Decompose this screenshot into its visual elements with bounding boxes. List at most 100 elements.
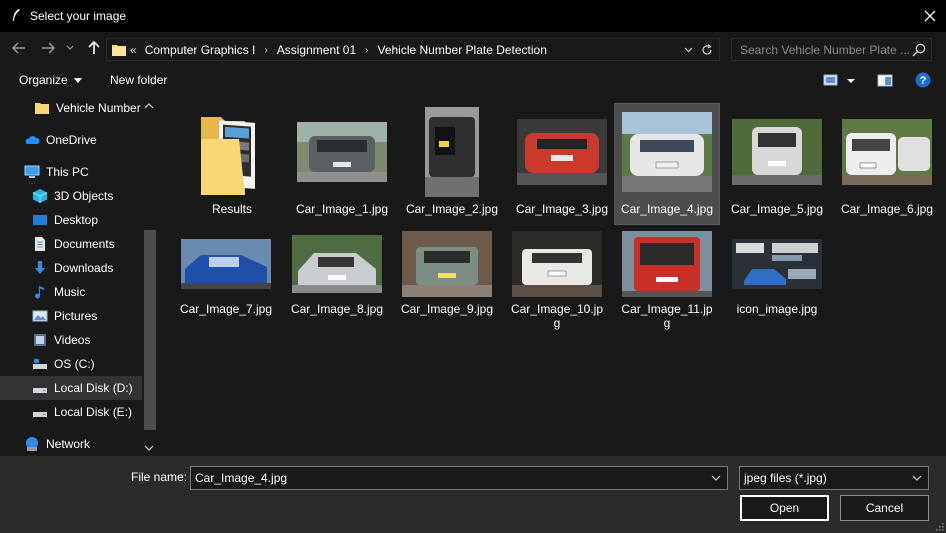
file-name-combobox[interactable]: [190, 466, 728, 490]
sidebar-item-this-pc[interactable]: This PC: [0, 160, 142, 184]
file-item-image[interactable]: icon_image.jpg: [727, 224, 827, 344]
car-image-thumbnail-icon: [622, 111, 712, 192]
sidebar-item-label: Vehicle Number: [56, 101, 141, 115]
pictures-icon: [32, 310, 48, 322]
refresh-button[interactable]: [699, 42, 715, 58]
folder-icon: [201, 116, 255, 195]
help-icon[interactable]: ?: [915, 72, 931, 88]
breadcrumb-item[interactable]: Vehicle Number Plate Detection: [377, 43, 546, 57]
bus-image-thumbnail-icon: [622, 231, 712, 297]
sidebar-scrollbar[interactable]: [142, 96, 158, 456]
window-title: Select your image: [30, 9, 127, 23]
preview-pane-icon[interactable]: [877, 72, 893, 88]
close-icon: [924, 10, 936, 22]
sidebar-item-onedrive[interactable]: OneDrive: [0, 128, 142, 152]
recent-locations-button[interactable]: [63, 38, 77, 58]
sidebar-item-network[interactable]: Network: [0, 432, 142, 456]
scroll-up-icon[interactable]: [144, 102, 154, 110]
close-button[interactable]: [914, 0, 946, 32]
scrollbar-thumb[interactable]: [144, 230, 156, 430]
sidebar-item-3d-objects[interactable]: 3D Objects: [0, 184, 142, 208]
chevron-right-icon[interactable]: ›: [365, 45, 368, 56]
file-item-image[interactable]: Car_Image_8.jpg: [287, 224, 387, 344]
feather-icon: [13, 9, 20, 21]
file-item-image[interactable]: Car_Image_11.jp g: [617, 224, 717, 344]
scroll-down-icon[interactable]: [144, 444, 154, 452]
title-bar: Select your image: [0, 0, 946, 32]
chevron-down-icon[interactable]: [709, 471, 723, 485]
sidebar-item-desktop[interactable]: Desktop: [0, 208, 142, 232]
sidebar-item-label: Videos: [54, 333, 91, 347]
arrow-right-icon: [42, 42, 55, 54]
search-input[interactable]: [732, 39, 910, 60]
car-image-thumbnail-icon: [425, 106, 479, 197]
file-name-input[interactable]: [191, 467, 701, 489]
file-name: Car_Image_3.jpg: [515, 202, 609, 216]
file-item-image[interactable]: Car_Image_5.jpg: [727, 104, 827, 224]
chevron-right-icon[interactable]: ›: [264, 45, 267, 56]
file-name: Car_Image_5.jpg: [730, 202, 824, 216]
file-name: Car_Image_11.jp g: [617, 302, 717, 330]
navigation-pane: Vehicle Number OneDrive This PC 3D Objec…: [0, 96, 158, 456]
file-item-folder[interactable]: Results: [182, 104, 282, 224]
up-button[interactable]: [84, 38, 104, 58]
breadcrumb-item[interactable]: Assignment 01: [277, 43, 356, 57]
file-name: Car_Image_2.jpg: [405, 202, 499, 216]
file-item-image[interactable]: Car_Image_3.jpg: [512, 104, 612, 224]
address-dropdown-button[interactable]: [681, 42, 695, 58]
breadcrumb-item[interactable]: Computer Graphics I: [145, 43, 256, 57]
file-item-image[interactable]: Car_Image_6.jpg: [837, 104, 937, 224]
open-button[interactable]: Open: [740, 495, 829, 521]
address-bar[interactable]: « Computer Graphics I › Assignment 01 › …: [106, 38, 720, 61]
car-image-thumbnail-icon: [512, 231, 602, 297]
file-item-image[interactable]: Car_Image_2.jpg: [402, 104, 502, 224]
cancel-button[interactable]: Cancel: [840, 495, 929, 521]
sidebar-item-documents[interactable]: Documents: [0, 232, 142, 256]
sidebar-item-label: Local Disk (D:): [54, 381, 133, 395]
new-folder-button[interactable]: New folder: [110, 73, 167, 87]
thumbnail: [727, 104, 827, 199]
back-button[interactable]: [9, 38, 29, 58]
sidebar-item-local-disk-e[interactable]: Local Disk (E:): [0, 400, 142, 424]
drive-icon: [33, 359, 47, 369]
file-name-line: g: [663, 316, 671, 330]
organize-button[interactable]: Organize: [19, 73, 82, 87]
view-options-icon[interactable]: [823, 72, 839, 88]
sidebar-item-videos[interactable]: Videos: [0, 328, 142, 352]
thumbnail: [837, 104, 937, 199]
file-item-image[interactable]: Car_Image_9.jpg: [397, 224, 497, 344]
desktop-icon: [33, 215, 47, 225]
file-name: Results: [211, 202, 252, 216]
thumbnail: [402, 104, 502, 199]
file-name-label: File name:: [131, 470, 188, 484]
sidebar-item-local-disk-d[interactable]: Local Disk (D:): [0, 376, 142, 400]
network-icon: [26, 437, 38, 451]
breadcrumb-overflow[interactable]: «: [130, 43, 137, 57]
sidebar-item-label: Local Disk (E:): [54, 405, 133, 419]
file-type-value: jpeg files (*.jpg): [744, 471, 827, 485]
file-item-image[interactable]: Car_Image_1.jpg: [292, 104, 392, 224]
thumbnail: [292, 104, 392, 199]
sidebar-item-label: Desktop: [54, 213, 99, 227]
sidebar-item-vehicle-number[interactable]: Vehicle Number: [0, 96, 142, 120]
caret-down-icon[interactable]: [846, 72, 856, 88]
file-item-image[interactable]: Car_Image_7.jpg: [176, 224, 276, 344]
file-name: Car_Image_4.jpg: [620, 202, 714, 216]
car-image-thumbnail-icon: [292, 235, 382, 293]
file-name-line: Car_Image_11.jp: [621, 302, 713, 316]
file-item-image-selected[interactable]: Car_Image_4.jpg: [614, 103, 720, 225]
search-box[interactable]: [731, 38, 932, 61]
file-type-select[interactable]: jpeg files (*.jpg): [739, 466, 929, 490]
arrow-up-icon: [88, 41, 100, 54]
sidebar-item-label: Music: [54, 285, 86, 299]
thumbnail: [176, 224, 276, 304]
resize-grip-icon[interactable]: [934, 521, 944, 531]
sidebar-item-downloads[interactable]: Downloads: [0, 256, 142, 280]
forward-button[interactable]: [38, 38, 58, 58]
sidebar-item-music[interactable]: Music: [0, 280, 142, 304]
sidebar-item-label: 3D Objects: [54, 189, 114, 203]
file-item-image[interactable]: Car_Image_10.jp g: [507, 224, 607, 344]
chevron-down-icon: [684, 47, 692, 53]
sidebar-item-os-c[interactable]: OS (C:): [0, 352, 142, 376]
sidebar-item-pictures[interactable]: Pictures: [0, 304, 142, 328]
